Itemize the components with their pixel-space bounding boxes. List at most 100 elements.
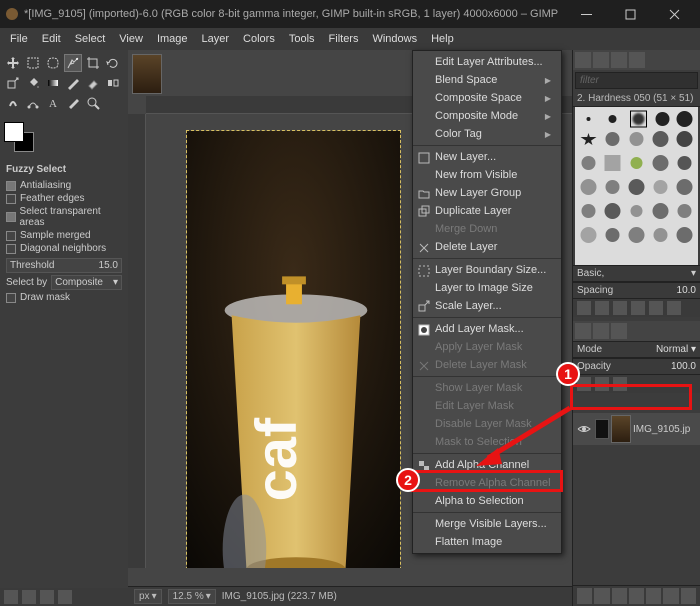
menu-flatten-image[interactable]: Flatten Image xyxy=(413,533,561,551)
tooloptions-btn-1[interactable] xyxy=(4,590,18,604)
drawmask-checkbox[interactable] xyxy=(6,293,16,303)
transparent-checkbox[interactable] xyxy=(6,212,16,222)
menu-windows[interactable]: Windows xyxy=(366,31,423,47)
menu-delete-layer[interactable]: Delete Layer xyxy=(413,238,561,256)
dock-tab-channels[interactable] xyxy=(593,323,609,339)
tool-crop[interactable] xyxy=(84,54,102,72)
image-tab[interactable] xyxy=(132,54,162,94)
tooloptions-btn-2[interactable] xyxy=(22,590,36,604)
menu-merge-visible[interactable]: Merge Visible Layers... xyxy=(413,515,561,533)
close-button[interactable] xyxy=(652,0,696,28)
menu-composite-space[interactable]: Composite Space xyxy=(413,89,561,107)
menu-colors[interactable]: Colors xyxy=(237,31,281,47)
opacity-label: Opacity xyxy=(577,361,611,372)
menu-add-layer-mask[interactable]: Add Layer Mask... xyxy=(413,320,561,338)
brush-btn-1[interactable] xyxy=(577,301,591,315)
tool-smudge[interactable] xyxy=(4,94,22,112)
tool-path[interactable] xyxy=(24,94,42,112)
layer-new-btn[interactable] xyxy=(577,588,592,604)
dock-tab-layers[interactable] xyxy=(575,323,591,339)
menu-new-layer-group[interactable]: New Layer Group xyxy=(413,184,561,202)
menu-filters[interactable]: Filters xyxy=(323,31,365,47)
folder-icon xyxy=(417,187,431,201)
opacity-value[interactable]: 100.0 xyxy=(671,361,696,372)
tool-text[interactable]: A xyxy=(44,94,62,112)
fg-color[interactable] xyxy=(4,122,24,142)
layer-del-btn[interactable] xyxy=(681,588,696,604)
tool-eraser[interactable] xyxy=(84,74,102,92)
dock-tab-2[interactable] xyxy=(593,52,609,68)
dock-tab-3[interactable] xyxy=(611,52,627,68)
ruler-vertical[interactable] xyxy=(128,114,146,568)
menu-composite-mode[interactable]: Composite Mode xyxy=(413,107,561,125)
layer-up-btn[interactable] xyxy=(612,588,627,604)
menu-tools[interactable]: Tools xyxy=(283,31,321,47)
menu-new-from-visible[interactable]: New from Visible xyxy=(413,166,561,184)
menu-layer-to-image[interactable]: Layer to Image Size xyxy=(413,279,561,297)
brush-btn-4[interactable] xyxy=(631,301,645,315)
tool-fuzzy-select[interactable] xyxy=(64,54,82,72)
layer-down-btn[interactable] xyxy=(629,588,644,604)
tool-move[interactable] xyxy=(4,54,22,72)
menu-scale-layer[interactable]: Scale Layer... xyxy=(413,297,561,315)
minimize-button[interactable] xyxy=(564,0,608,28)
tool-color-picker[interactable] xyxy=(64,94,82,112)
brush-btn-5[interactable] xyxy=(649,301,663,315)
menu-color-tag[interactable]: Color Tag xyxy=(413,125,561,143)
brush-btn-3[interactable] xyxy=(613,301,627,315)
tool-pencil[interactable] xyxy=(64,74,82,92)
brush-grid[interactable] xyxy=(575,107,698,265)
tool-rotate[interactable] xyxy=(104,54,122,72)
mode-combo[interactable]: Normal ▾ xyxy=(656,344,696,355)
svg-text:A: A xyxy=(49,98,57,110)
tool-rect-select[interactable] xyxy=(24,54,42,72)
menu-layer-boundary[interactable]: Layer Boundary Size... xyxy=(413,261,561,279)
spacing-value[interactable]: 10.0 xyxy=(677,285,696,296)
tooloptions-btn-3[interactable] xyxy=(40,590,54,604)
menu-new-layer[interactable]: New Layer... xyxy=(413,148,561,166)
selectby-combo[interactable]: Composite▾ xyxy=(51,275,122,290)
menu-alpha-to-selection[interactable]: Alpha to Selection xyxy=(413,492,561,510)
tool-gradient[interactable] xyxy=(44,74,62,92)
menu-help[interactable]: Help xyxy=(425,31,460,47)
menu-view[interactable]: View xyxy=(113,31,149,47)
menu-file[interactable]: File xyxy=(4,31,34,47)
mask-icon xyxy=(417,323,431,337)
layer-merge-btn[interactable] xyxy=(663,588,678,604)
layer-link-icon[interactable] xyxy=(595,419,609,439)
layer-dup-btn[interactable] xyxy=(646,588,661,604)
brush-btn-6[interactable] xyxy=(667,301,681,315)
menu-blend-space[interactable]: Blend Space xyxy=(413,71,561,89)
dock-tab-4[interactable] xyxy=(629,52,645,68)
tool-scale[interactable] xyxy=(4,74,22,92)
tool-bucket[interactable] xyxy=(24,74,42,92)
zoom-combo[interactable]: 12.5 %▾ xyxy=(168,589,216,604)
maximize-button[interactable] xyxy=(608,0,652,28)
unit-combo[interactable]: px▾ xyxy=(134,589,162,604)
layer-name[interactable]: IMG_9105.jp xyxy=(633,424,690,435)
menu-edit-layer-attrs[interactable]: Edit Layer Attributes... xyxy=(413,53,561,71)
tooloptions-btn-4[interactable] xyxy=(58,590,72,604)
sample-merged-checkbox[interactable] xyxy=(6,231,16,241)
antialiasing-checkbox[interactable] xyxy=(6,181,16,191)
layer-group-btn[interactable] xyxy=(594,588,609,604)
layer-thumbnail[interactable] xyxy=(611,415,631,443)
menu-layer[interactable]: Layer xyxy=(196,31,236,47)
menu-duplicate-layer[interactable]: Duplicate Layer xyxy=(413,202,561,220)
feather-checkbox[interactable] xyxy=(6,194,16,204)
menu-image[interactable]: Image xyxy=(151,31,194,47)
tool-zoom[interactable] xyxy=(84,94,102,112)
menu-edit[interactable]: Edit xyxy=(36,31,67,47)
diagonal-checkbox[interactable] xyxy=(6,244,16,254)
tool-free-select[interactable] xyxy=(44,54,62,72)
dock-tab-paths[interactable] xyxy=(611,323,627,339)
threshold-field[interactable]: Threshold15.0 xyxy=(6,258,122,273)
menu-select[interactable]: Select xyxy=(69,31,112,47)
brush-btn-2[interactable] xyxy=(595,301,609,315)
brush-preset-combo[interactable]: Basic,▾ xyxy=(573,265,700,282)
color-swatches[interactable] xyxy=(0,116,128,160)
tool-clone[interactable] xyxy=(104,74,122,92)
brush-filter[interactable]: filter xyxy=(575,72,698,89)
layer-row[interactable]: IMG_9105.jp xyxy=(573,413,700,445)
dock-tab-1[interactable] xyxy=(575,52,591,68)
